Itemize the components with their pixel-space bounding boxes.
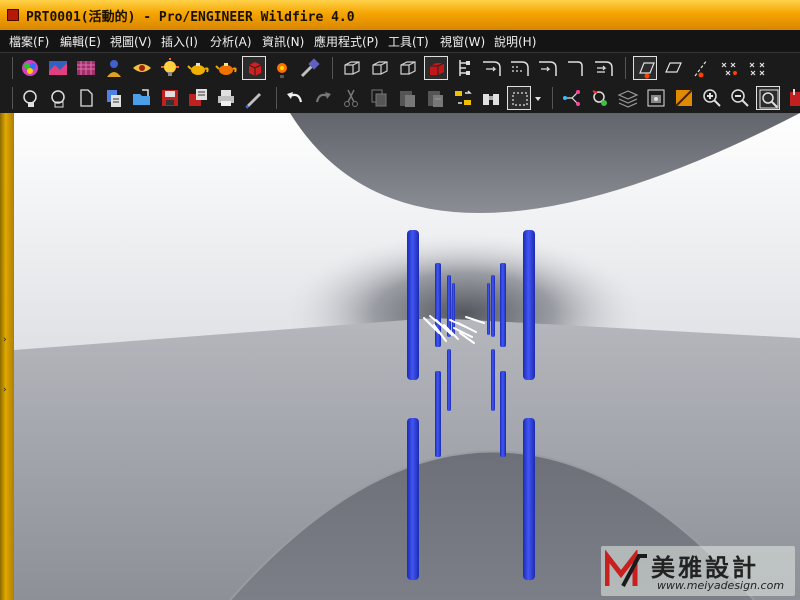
datum-display-icon[interactable] — [452, 56, 476, 80]
refit-icon[interactable] — [756, 86, 780, 110]
blue-bar[interactable] — [500, 371, 506, 457]
expand-arrow-icon[interactable]: › — [3, 335, 11, 345]
paste-icon[interactable] — [395, 86, 419, 110]
toolbar-separator — [332, 57, 333, 79]
blue-bar[interactable] — [447, 349, 451, 411]
blue-bar[interactable] — [407, 418, 419, 580]
title-bar: PRT0001(活動的) - Pro/ENGINEER Wildfire 4.0 — [0, 0, 800, 31]
window-title: PRT0001(活動的) - Pro/ENGINEER Wildfire 4.0 — [26, 10, 355, 25]
menu-analysis[interactable]: 分析(A) — [210, 33, 252, 50]
shaded-cube-icon[interactable] — [424, 56, 448, 80]
toolbar-separator — [276, 87, 277, 109]
appearance-icon[interactable] — [18, 56, 42, 80]
coord-sys-icon[interactable] — [745, 56, 769, 80]
file-toolbar — [0, 83, 800, 114]
open-list-icon[interactable] — [102, 86, 126, 110]
paste-special-icon[interactable] — [423, 86, 447, 110]
view-cube-2-icon[interactable] — [368, 56, 392, 80]
toolbar-separator — [625, 57, 626, 79]
view-cube-3-icon[interactable] — [396, 56, 420, 80]
redo-icon[interactable] — [311, 86, 335, 110]
menu-help[interactable]: 說明(H) — [494, 33, 536, 50]
new-window-icon[interactable] — [18, 86, 42, 110]
blue-bar[interactable] — [487, 283, 490, 335]
meiya-logo — [605, 550, 647, 587]
settings-icon[interactable] — [588, 86, 612, 110]
new-file-icon[interactable] — [74, 86, 98, 110]
menu-window[interactable]: 視窗(W) — [440, 33, 485, 50]
regenerate-icon[interactable] — [451, 86, 475, 110]
watermark: 美雅設計 www.meiyadesign.com — [601, 546, 795, 596]
model-view[interactable] — [14, 113, 800, 600]
blue-bar[interactable] — [407, 230, 419, 380]
save-icon[interactable] — [158, 86, 182, 110]
zoom-in-icon[interactable] — [700, 86, 724, 110]
edit-icon[interactable] — [242, 86, 266, 110]
navigator-collapse-strip[interactable]: › › — [0, 113, 14, 600]
graphics-window[interactable] — [14, 113, 800, 600]
datum-plane-icon[interactable] — [633, 56, 657, 80]
menu-edit[interactable]: 編輯(E) — [60, 33, 101, 50]
lightbulb-icon[interactable] — [158, 56, 182, 80]
save-copy-icon[interactable] — [186, 86, 210, 110]
round-icon-4[interactable] — [564, 56, 588, 80]
blue-bar[interactable] — [435, 371, 441, 457]
repaint-icon[interactable] — [784, 86, 800, 110]
menu-view[interactable]: 視圖(V) — [110, 33, 152, 50]
toolbar-separator — [552, 87, 553, 109]
expand-arrow-icon[interactable]: › — [3, 385, 11, 395]
dropdown-arrow-icon[interactable] — [532, 86, 544, 110]
blue-bar[interactable] — [491, 349, 495, 411]
undo-icon[interactable] — [283, 86, 307, 110]
binoculars-icon[interactable] — [479, 86, 503, 110]
blue-bar[interactable] — [523, 230, 535, 380]
cut-icon[interactable] — [339, 86, 363, 110]
spin-center-icon[interactable] — [672, 86, 696, 110]
orient-icon[interactable] — [270, 56, 294, 80]
menu-tools[interactable]: 工具(T) — [388, 33, 429, 50]
round-icon-2[interactable] — [508, 56, 532, 80]
coord-sys-icon[interactable] — [717, 56, 741, 80]
datum-axis-icon[interactable] — [661, 56, 685, 80]
teapot-color-icon[interactable] — [214, 56, 238, 80]
model-tree-icon[interactable] — [560, 86, 584, 110]
teapot-icon[interactable] — [186, 56, 210, 80]
app-icon[interactable] — [7, 9, 19, 21]
watermark-url: www.meiyadesign.com — [657, 579, 785, 592]
person-icon[interactable] — [102, 56, 126, 80]
copy-icon[interactable] — [367, 86, 391, 110]
toolbar-separator — [12, 57, 13, 79]
watermark-brand: 美雅設計 — [651, 554, 759, 582]
menu-insert[interactable]: 插入(I) — [161, 33, 198, 50]
blue-bar[interactable] — [500, 263, 506, 347]
view-cube-1-icon[interactable] — [340, 56, 364, 80]
view-toolbar — [0, 53, 800, 83]
select-box-icon[interactable] — [507, 86, 531, 110]
solid-cube-icon[interactable] — [242, 56, 266, 80]
blue-bar[interactable] — [523, 418, 535, 580]
datum-point-icon[interactable] — [689, 56, 713, 80]
blue-bar[interactable] — [491, 275, 495, 337]
eye-icon[interactable] — [130, 56, 154, 80]
view-manager-icon[interactable] — [644, 86, 668, 110]
menu-applications[interactable]: 應用程式(P) — [314, 33, 379, 50]
zoom-out-icon[interactable] — [728, 86, 752, 110]
shading-icon[interactable] — [46, 56, 70, 80]
print-icon[interactable] — [214, 86, 238, 110]
round-icon-1[interactable] — [480, 56, 504, 80]
open-window-icon[interactable] — [46, 86, 70, 110]
texture-icon[interactable] — [74, 56, 98, 80]
menu-info[interactable]: 資訊(N) — [262, 33, 304, 50]
menu-file[interactable]: 檔案(F) — [9, 33, 49, 50]
toolbar-separator — [12, 87, 13, 109]
open-folder-icon[interactable] — [130, 86, 154, 110]
round-icon-3[interactable] — [536, 56, 560, 80]
menu-bar: 檔案(F) 編輯(E) 視圖(V) 插入(I) 分析(A) 資訊(N) 應用程式… — [0, 30, 800, 53]
layers-icon[interactable] — [616, 86, 640, 110]
round-icon-5[interactable] — [592, 56, 616, 80]
tools-icon[interactable] — [298, 56, 322, 80]
